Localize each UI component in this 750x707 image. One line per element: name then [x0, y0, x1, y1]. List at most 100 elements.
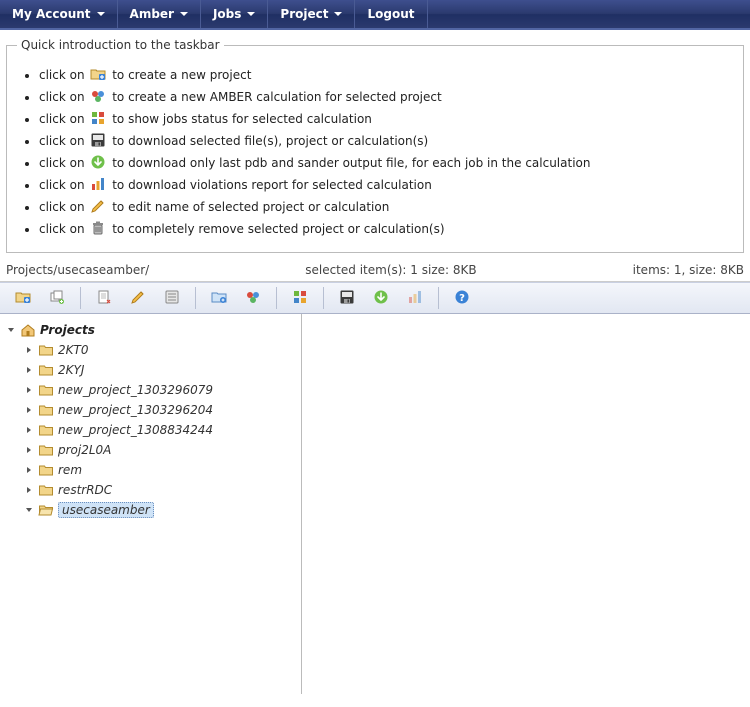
copy-project-icon — [49, 289, 65, 308]
menu-label: My Account — [12, 7, 91, 21]
properties-icon — [164, 289, 180, 308]
new-project-icon — [90, 66, 106, 82]
toolbar-separator — [323, 287, 324, 309]
intro-text-post: to download only last pdb and sander out… — [108, 156, 590, 170]
toolbar-help-button[interactable] — [447, 285, 477, 311]
menu-jobs[interactable]: Jobs — [201, 0, 268, 28]
intro-text-pre: click on — [39, 112, 88, 126]
twisty-right-icon[interactable] — [24, 445, 34, 455]
intro-fieldset: Quick introduction to the taskbar click … — [6, 38, 744, 253]
twisty-right-icon[interactable] — [24, 405, 34, 415]
tree-node-label: new_project_1308834244 — [58, 423, 213, 437]
content-pane — [302, 314, 750, 694]
chevron-down-icon — [247, 12, 255, 16]
twisty-right-icon[interactable] — [24, 485, 34, 495]
twisty-right-icon[interactable] — [24, 425, 34, 435]
status-line: Projects/usecaseamber/ selected item(s):… — [0, 259, 750, 282]
status-selection: selected item(s): 1 size: 8KB — [149, 263, 632, 277]
tree-pane[interactable]: Projects 2KT0 2KYJ new_project_1303296079ne… — [0, 314, 302, 694]
toolbar-separator — [276, 287, 277, 309]
intro-text-post: to completely remove selected project or… — [108, 222, 444, 236]
tree-node-label: 2KYJ — [58, 363, 84, 377]
home-icon — [20, 322, 36, 338]
menu-amber[interactable]: Amber — [118, 0, 201, 28]
intro-item: click on to create a new AMBER calculati… — [39, 88, 733, 106]
toolbar-copy-project-button[interactable] — [42, 285, 72, 311]
toolbar-new-calc-button[interactable] — [238, 285, 268, 311]
download-last-icon — [90, 154, 106, 170]
tree-node-rem[interactable]: rem — [22, 460, 297, 480]
folder-icon — [38, 482, 54, 498]
toolbar-copy-calc-button[interactable] — [89, 285, 119, 311]
toolbar-add-calc-button[interactable] — [204, 285, 234, 311]
twisty-down-icon[interactable] — [24, 505, 34, 515]
menu-project[interactable]: Project — [268, 0, 355, 28]
toolbar-violations-button — [400, 285, 430, 311]
toolbar-new-project-button[interactable] — [8, 285, 38, 311]
twisty-right-icon[interactable] — [24, 385, 34, 395]
status-items: items: 1, size: 8KB — [633, 263, 744, 277]
copy-calc-icon — [96, 289, 112, 308]
folder-icon — [38, 442, 54, 458]
toolbar-separator — [195, 287, 196, 309]
new-calc-icon — [245, 289, 261, 308]
menu-label: Logout — [367, 7, 414, 21]
tree-node-2KT0[interactable]: 2KT0 — [22, 340, 297, 360]
toolbar-separator — [80, 287, 81, 309]
menu-logout[interactable]: Logout — [355, 0, 427, 28]
menu-my-account[interactable]: My Account — [0, 0, 118, 28]
toolbar-properties-button[interactable] — [157, 285, 187, 311]
folder-icon — [38, 362, 54, 378]
edit-icon — [130, 289, 146, 308]
tree-node-new_project_1308834244[interactable]: new_project_1308834244 — [22, 420, 297, 440]
tree-node-restrRDC[interactable]: restrRDC — [22, 480, 297, 500]
folder-icon — [38, 462, 54, 478]
menu-label: Project — [280, 7, 328, 21]
intro-item: click on to create a new project — [39, 66, 733, 84]
intro-item: click on to download violations report f… — [39, 176, 733, 194]
edit-icon — [90, 198, 106, 214]
add-calc-icon — [211, 289, 227, 308]
chevron-down-icon — [180, 12, 188, 16]
twisty-right-icon[interactable] — [24, 345, 34, 355]
twisty-right-icon[interactable] — [24, 365, 34, 375]
menu-label: Jobs — [213, 7, 241, 21]
tree-node-usecaseamber[interactable]: usecaseamber — [22, 500, 297, 520]
main-split: Projects 2KT0 2KYJ new_project_1303296079ne… — [0, 314, 750, 694]
tree-node-new_project_1303296079[interactable]: new_project_1303296079 — [22, 380, 297, 400]
toolbar-save-button[interactable] — [332, 285, 362, 311]
intro-text-pre: click on — [39, 156, 88, 170]
menu-label: Amber — [130, 7, 174, 21]
new-project-icon — [15, 289, 31, 308]
tree-node-label: new_project_1303296204 — [58, 403, 213, 417]
twisty-right-icon[interactable] — [24, 465, 34, 475]
intro-text-post: to edit name of selected project or calc… — [108, 200, 389, 214]
jobs-status-icon — [90, 110, 106, 126]
folder-icon — [38, 382, 54, 398]
twisty-down-icon[interactable] — [6, 325, 16, 335]
tree-node-2KYJ[interactable]: 2KYJ — [22, 360, 297, 380]
folder-icon — [38, 422, 54, 438]
intro-text-pre: click on — [39, 200, 88, 214]
new-calc-icon — [90, 88, 106, 104]
save-icon — [339, 289, 355, 308]
tree-root-node[interactable]: Projects — [4, 320, 297, 340]
toolbar-separator — [438, 287, 439, 309]
folder-open-icon — [38, 502, 54, 518]
folder-icon — [38, 342, 54, 358]
chevron-down-icon — [97, 12, 105, 16]
intro-item: click on to edit name of selected projec… — [39, 198, 733, 216]
toolbar-jobs-status-button[interactable] — [285, 285, 315, 311]
toolbar-download-last-button[interactable] — [366, 285, 396, 311]
intro-item: click on to download selected file(s), p… — [39, 132, 733, 150]
tree-node-label: 2KT0 — [58, 343, 88, 357]
jobs-status-icon — [292, 289, 308, 308]
intro-list: click on to create a new project click on… — [17, 66, 733, 238]
menubar: My Account Amber Jobs Project Logout — [0, 0, 750, 30]
toolbar-edit-button[interactable] — [123, 285, 153, 311]
tree-node-proj2L0A[interactable]: proj2L0A — [22, 440, 297, 460]
tree-node-label: usecaseamber — [58, 502, 154, 518]
violations-icon — [90, 176, 106, 192]
chevron-down-icon — [334, 12, 342, 16]
tree-node-new_project_1303296204[interactable]: new_project_1303296204 — [22, 400, 297, 420]
